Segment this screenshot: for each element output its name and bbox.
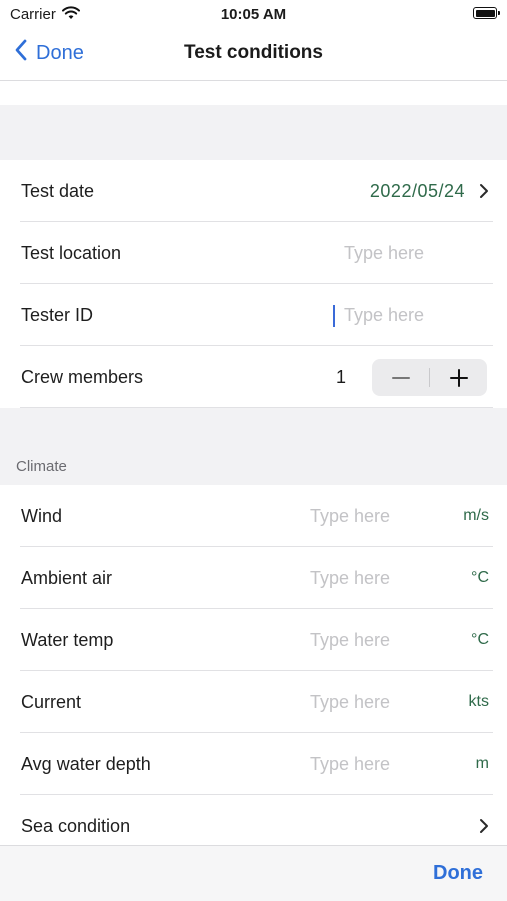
test-date-label: Test date	[21, 181, 95, 201]
test-date-row[interactable]: Test date 2022/05/24	[0, 160, 507, 222]
wind-input[interactable]: Type here	[310, 485, 390, 547]
general-section: Test date 2022/05/24 Test location Type …	[0, 160, 507, 408]
avg-water-depth-label: Avg water depth	[21, 754, 151, 774]
water-temp-unit: °C	[471, 631, 489, 648]
done-button[interactable]: Done	[433, 862, 483, 885]
plus-icon	[449, 368, 468, 387]
current-input[interactable]: Type here	[310, 671, 390, 733]
test-location-row: Test location Type here	[0, 222, 507, 284]
increment-button[interactable]	[430, 359, 487, 396]
water-temp-label: Water temp	[21, 630, 114, 650]
minus-icon	[391, 376, 410, 379]
current-row: Current Type here kts	[0, 671, 507, 733]
ambient-air-row: Ambient air Type here °C	[0, 547, 507, 609]
current-unit: kts	[468, 693, 489, 710]
chevron-right-icon	[479, 818, 489, 839]
crew-members-row: Crew members 1	[0, 346, 507, 408]
decrement-button[interactable]	[372, 359, 429, 396]
wind-row: Wind Type here m/s	[0, 485, 507, 547]
clock: 10:05 AM	[220, 6, 287, 23]
crew-members-label: Crew members	[21, 367, 144, 387]
status-bar: Carrier 10:05 AM	[0, 0, 507, 30]
test-date-value: 2022/05/24	[369, 181, 465, 201]
row-divider	[20, 407, 493, 408]
ambient-air-unit: °C	[471, 569, 489, 586]
chevron-right-icon	[479, 183, 489, 204]
climate-section-header: Climate	[16, 458, 67, 475]
wind-unit: m/s	[463, 507, 489, 524]
text-cursor	[333, 305, 335, 327]
avg-water-depth-input[interactable]: Type here	[310, 733, 390, 795]
page-title: Test conditions	[184, 42, 323, 63]
water-temp-row: Water temp Type here °C	[0, 609, 507, 671]
current-label: Current	[21, 692, 82, 712]
avg-water-depth-unit: m	[475, 755, 489, 772]
crew-members-count: 1	[336, 367, 347, 387]
tester-id-input[interactable]: Type here	[344, 284, 424, 346]
wind-label: Wind	[21, 506, 63, 526]
crew-members-stepper[interactable]	[372, 359, 487, 396]
climate-section: Wind Type here m/s Ambient air Type here…	[0, 485, 507, 857]
top-spacer	[0, 81, 507, 105]
bottom-toolbar: Done	[0, 845, 507, 901]
ambient-air-label: Ambient air	[21, 568, 113, 588]
navigation-bar: Done Test conditions	[0, 30, 507, 81]
tester-id-label: Tester ID	[21, 305, 94, 325]
tester-id-row: Tester ID Type here	[0, 284, 507, 346]
ambient-air-input[interactable]: Type here	[310, 547, 390, 609]
battery-icon	[473, 7, 500, 19]
water-temp-input[interactable]: Type here	[310, 609, 390, 671]
test-location-label: Test location	[21, 243, 122, 263]
avg-water-depth-row: Avg water depth Type here m	[0, 733, 507, 795]
test-location-input[interactable]: Type here	[344, 222, 424, 284]
